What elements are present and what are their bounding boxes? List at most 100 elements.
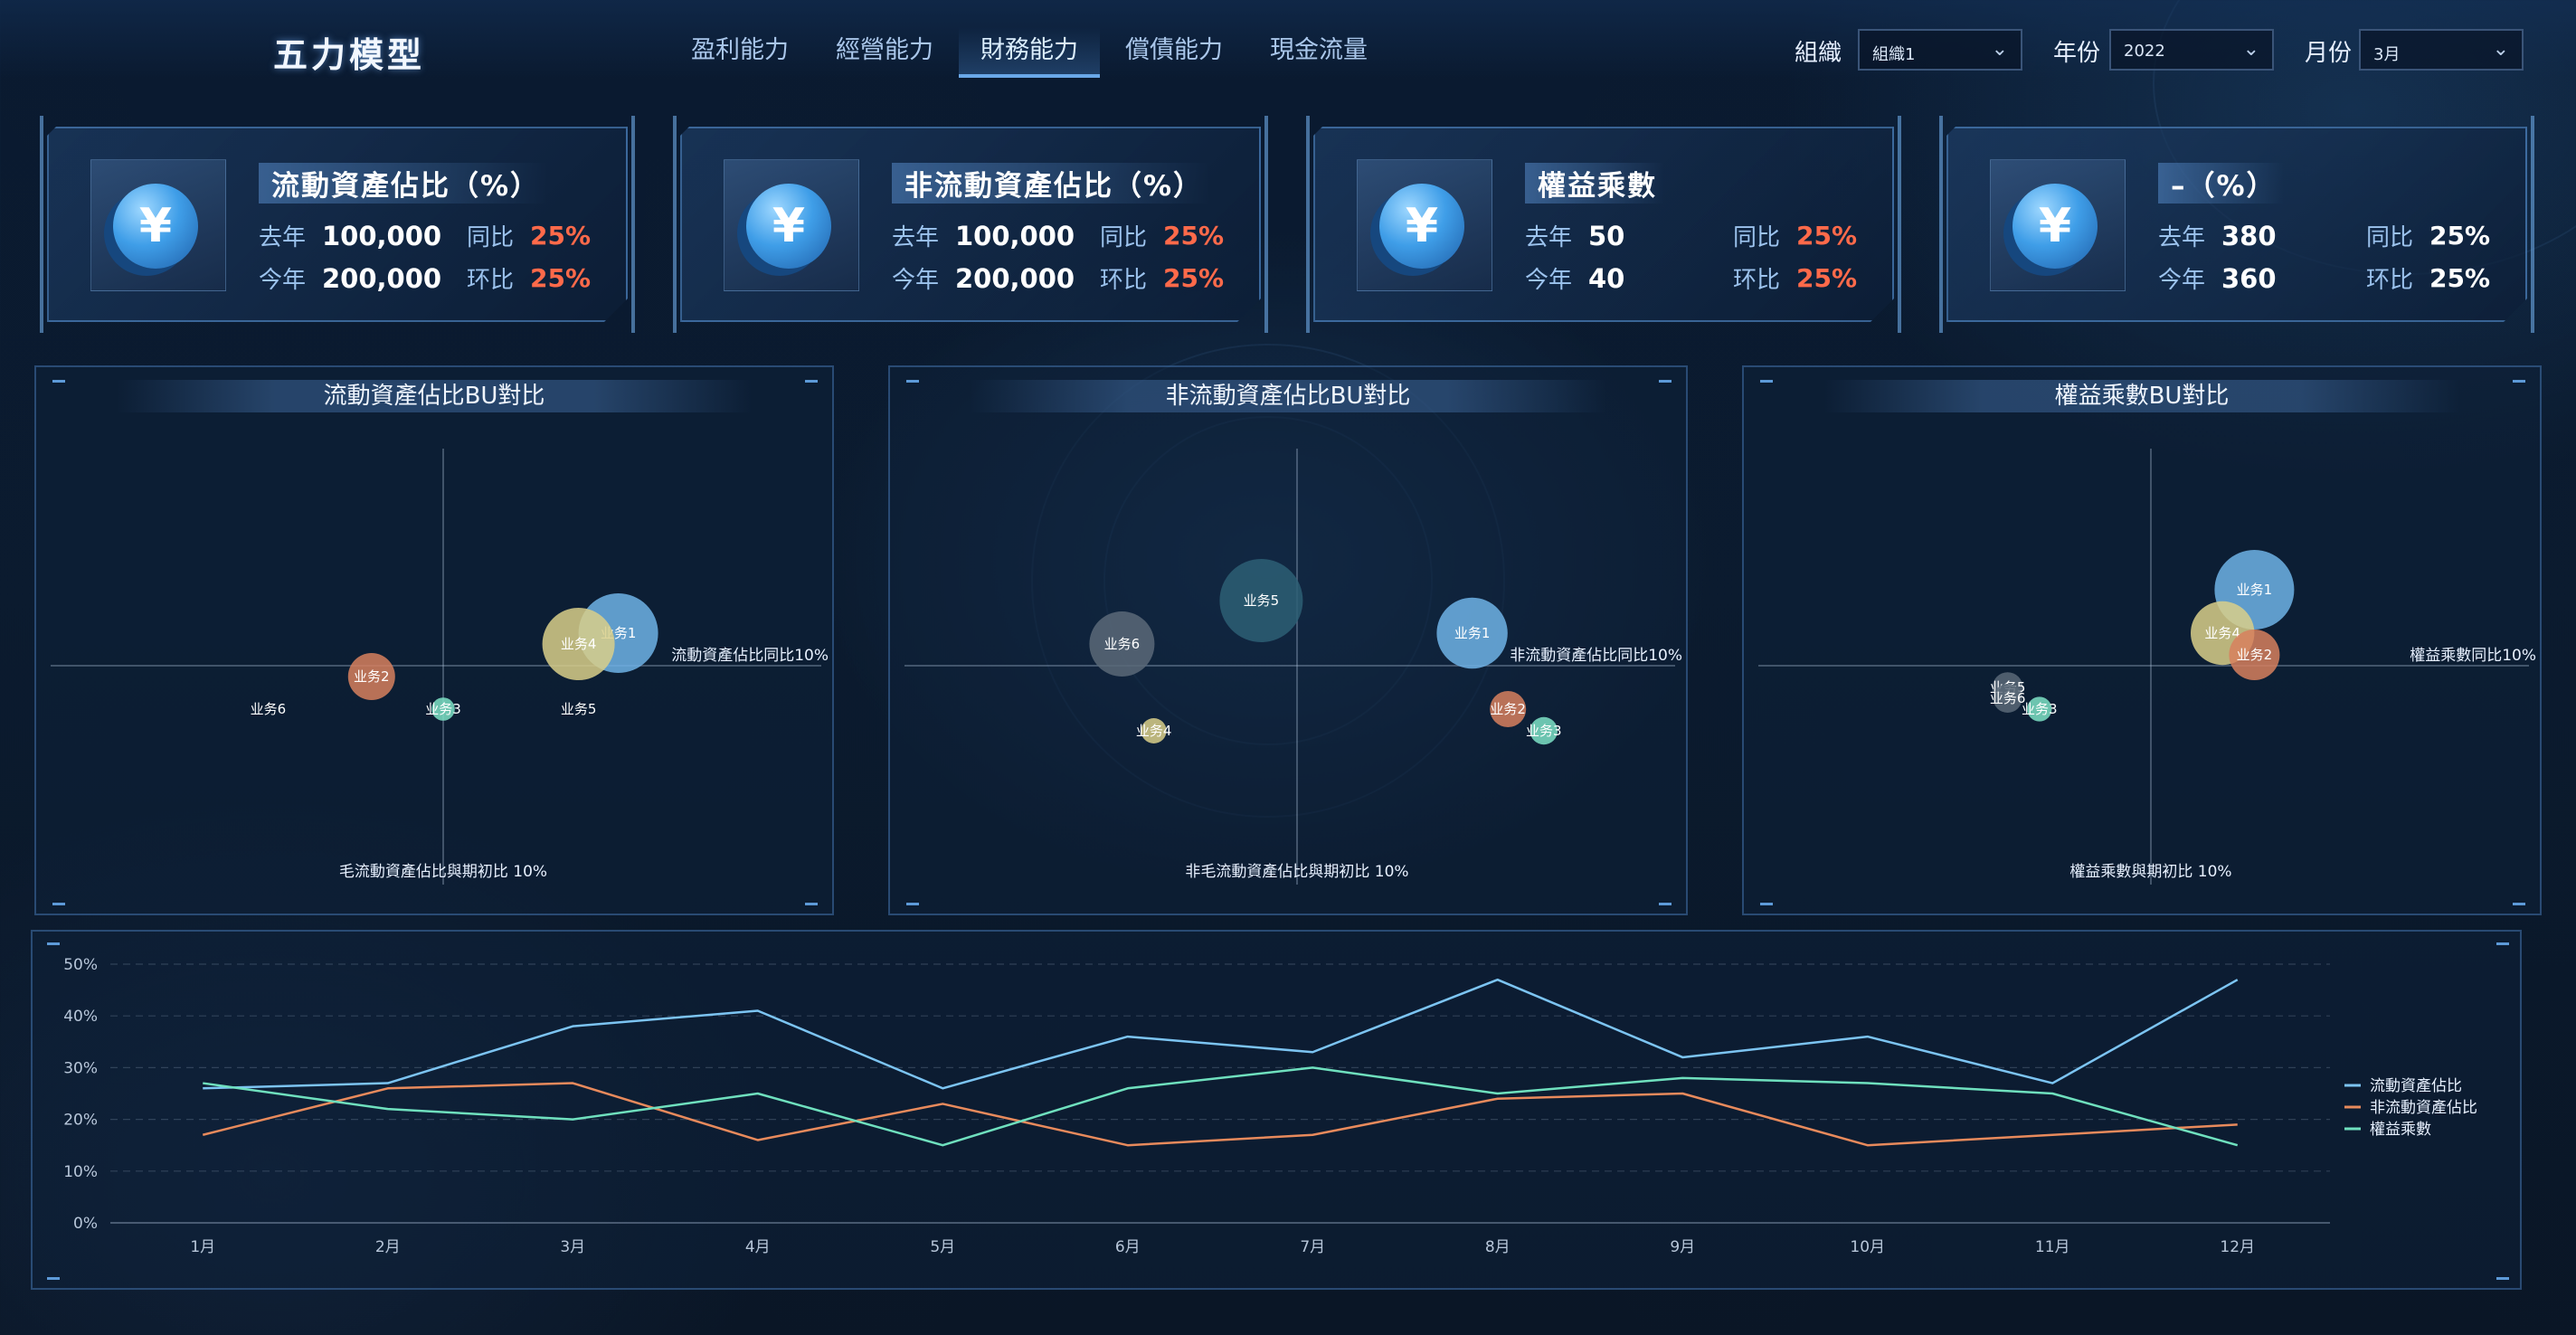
mom-value: 25% (1796, 263, 1858, 293)
kpi-title: 權益乘數 (1525, 163, 1664, 204)
main-nav: 盈利能力 經營能力 財務能力 償債能力 現金流量 (669, 27, 1393, 78)
kpi-row-last-year: 去年 100,000 同比 25% (892, 219, 1224, 252)
last-year-label: 去年 (2158, 224, 2206, 251)
year-select-value: 2022 (2124, 42, 2165, 61)
yen-coin-icon: ¥ (746, 184, 831, 269)
mom-label: 环比 (467, 267, 515, 294)
series-line[interactable] (202, 1082, 2238, 1147)
month-label: 月份 (2305, 40, 2353, 67)
x-axis-label: 非毛流動資產佔比與期初比 10% (1185, 863, 1408, 881)
last-year-label: 去年 (892, 224, 940, 251)
chevron-down-icon: ⌄ (2492, 38, 2509, 61)
mom-value: 25% (2429, 263, 2491, 293)
this-year-value: 200,000 (322, 263, 442, 294)
yoy-value: 25% (530, 221, 592, 251)
kpi-row-this-year: 今年 200,000 环比 25% (892, 261, 1224, 295)
series-line[interactable] (203, 1066, 2239, 1147)
panel-corner-mark (2513, 903, 2525, 905)
bubble-label: 业务3 (1526, 723, 1562, 739)
bubble-label: 业务2 (1490, 701, 1526, 717)
chart-panel-equity-multiplier: 權益乘數BU對比 權益乘數同比10% 權益乘數與期初比 10% 业务1 业务4 业务2 业… (1742, 365, 2542, 915)
nav-tab-solvency[interactable]: 償債能力 (1103, 27, 1245, 78)
bubble-label: 业务1 (2237, 582, 2273, 598)
panel-corner-mark (906, 903, 919, 905)
panel-corner-mark (52, 380, 65, 383)
panel-corner-mark (2496, 942, 2509, 945)
year-select[interactable]: 2022 ⌄ (2109, 29, 2274, 71)
chart-panel-noncurrent-assets: 非流動資產佔比BU對比 非流動資產佔比同比10% 非毛流動資產佔比與期初比 10%… (888, 365, 1688, 915)
panel-corner-mark (52, 903, 65, 905)
yoy-value: 25% (1163, 221, 1225, 251)
kpi-row-last-year: 去年 380 同比 25% (2158, 219, 2490, 252)
kpi-card: ¥ 權益乘數 去年 50 同比 25% 今年 40 环比 25% (1313, 127, 1894, 322)
scatter-chart: 非流動資產佔比同比10% 非毛流動資產佔比與期初比 10% 业务5 业务6 业务1 业务2… (904, 380, 1682, 905)
kpi-card: ¥ 流動資產佔比（%） 去年 100,000 同比 25% 今年 200,000… (47, 127, 628, 322)
x-tick-label: 2月 (375, 1238, 401, 1256)
y-tick-label: 0% (73, 1215, 98, 1233)
this-year-label: 今年 (259, 267, 307, 294)
org-label: 組織 (1795, 40, 1842, 67)
bubble-label: 业务3 (2022, 701, 2058, 717)
mom-label: 环比 (1100, 267, 1148, 294)
panel-corner-mark (906, 380, 919, 383)
bubble-label: 业务4 (561, 636, 597, 652)
bubble-label: 业务5 (1244, 592, 1280, 609)
bubble-label: 业务2 (354, 668, 390, 685)
line-chart: 0% 10% 20% 30% 40% 50% 1月 2月 3月 4月 5月 6月 7月 8月 9月 10月 11… (47, 942, 2509, 1280)
nav-tab-finance[interactable]: 財務能力 (959, 27, 1100, 78)
kpi-icon-box: ¥ (90, 159, 226, 291)
chart-panel-current-assets: 流動資產佔比BU對比 流動資產佔比同比10% 毛流動資產佔比與期初比 10% 业务1… (34, 365, 834, 915)
panel-corner-mark (1760, 380, 1773, 383)
last-year-label: 去年 (259, 224, 307, 251)
nav-tab-profitability[interactable]: 盈利能力 (669, 27, 810, 78)
mom-value: 25% (1163, 263, 1225, 293)
panel-corner-mark (1760, 903, 1773, 905)
kpi-icon-box: ¥ (1990, 159, 2126, 291)
y-axis-label: 權益乘數同比10% (2410, 647, 2536, 665)
x-axis-label: 權益乘數與期初比 10% (2069, 863, 2231, 881)
kpi-row-this-year: 今年 40 环比 25% (1525, 261, 1857, 295)
yen-coin-icon: ¥ (1379, 184, 1464, 269)
x-tick-label: 10月 (1850, 1238, 1885, 1256)
y-axis-label: 非流動資產佔比同比10% (1510, 647, 1682, 665)
legend-label: 權益乘數 (2370, 1121, 2431, 1139)
org-select[interactable]: 組織1 ⌄ (1858, 29, 2022, 71)
month-select[interactable]: 3月 ⌄ (2359, 29, 2524, 71)
chart-panel-monthly-trend: 0% 10% 20% 30% 40% 50% 1月 2月 3月 4月 5月 6月 7月 8月 9月 10月 11… (31, 930, 2522, 1290)
nav-tab-operation[interactable]: 經營能力 (814, 27, 955, 78)
mom-label: 环比 (2366, 267, 2414, 294)
mom-value: 25% (530, 263, 592, 293)
x-tick-label: 12月 (2220, 1238, 2255, 1256)
series-line[interactable] (203, 978, 2239, 1090)
last-year-value: 100,000 (322, 221, 442, 251)
chevron-down-icon: ⌄ (2242, 38, 2259, 61)
this-year-value: 360 (2221, 263, 2277, 294)
last-year-value: 100,000 (955, 221, 1075, 251)
mom-label: 环比 (1733, 267, 1781, 294)
yoy-label: 同比 (467, 224, 515, 251)
panel-corner-mark (1659, 380, 1672, 383)
y-tick-label: 50% (63, 956, 98, 974)
legend-label: 流動資產佔比 (2370, 1077, 2462, 1095)
x-tick-label: 7月 (1300, 1238, 1325, 1256)
nav-tab-cashflow[interactable]: 現金流量 (1248, 27, 1389, 78)
panel-corner-mark (2496, 1277, 2509, 1280)
kpi-row-last-year: 去年 50 同比 25% (1525, 219, 1857, 252)
x-tick-label: 4月 (745, 1238, 771, 1256)
this-year-value: 40 (1588, 263, 1625, 294)
yen-coin-icon: ¥ (113, 184, 198, 269)
yoy-label: 同比 (1733, 224, 1781, 251)
kpi-row-this-year: 今年 200,000 环比 25% (259, 261, 591, 295)
top-bar: 五力模型 盈利能力 經營能力 財務能力 償債能力 現金流量 組織 組織1 ⌄ 年… (0, 0, 2576, 80)
x-tick-label: 11月 (2035, 1238, 2070, 1256)
scatter-chart: 權益乘數同比10%權益乘數與期初比 10%业务1业务4业务2业务5业务6业务3 (1758, 380, 2536, 905)
year-label: 年份 (2053, 40, 2101, 67)
last-year-value: 50 (1588, 221, 1625, 251)
bubble-label: 业务5 (561, 701, 597, 717)
yen-coin-icon: ¥ (2012, 184, 2098, 269)
last-year-label: 去年 (1525, 224, 1573, 251)
yoy-label: 同比 (1100, 224, 1148, 251)
kpi-card: ¥ 非流動資產佔比（%） 去年 100,000 同比 25% 今年 200,00… (680, 127, 1261, 322)
scatter-chart: 流動資產佔比同比10%毛流動資產佔比與期初比 10%业务1业务4业务2业务3业务… (51, 380, 829, 905)
yoy-value: 25% (1796, 221, 1858, 251)
